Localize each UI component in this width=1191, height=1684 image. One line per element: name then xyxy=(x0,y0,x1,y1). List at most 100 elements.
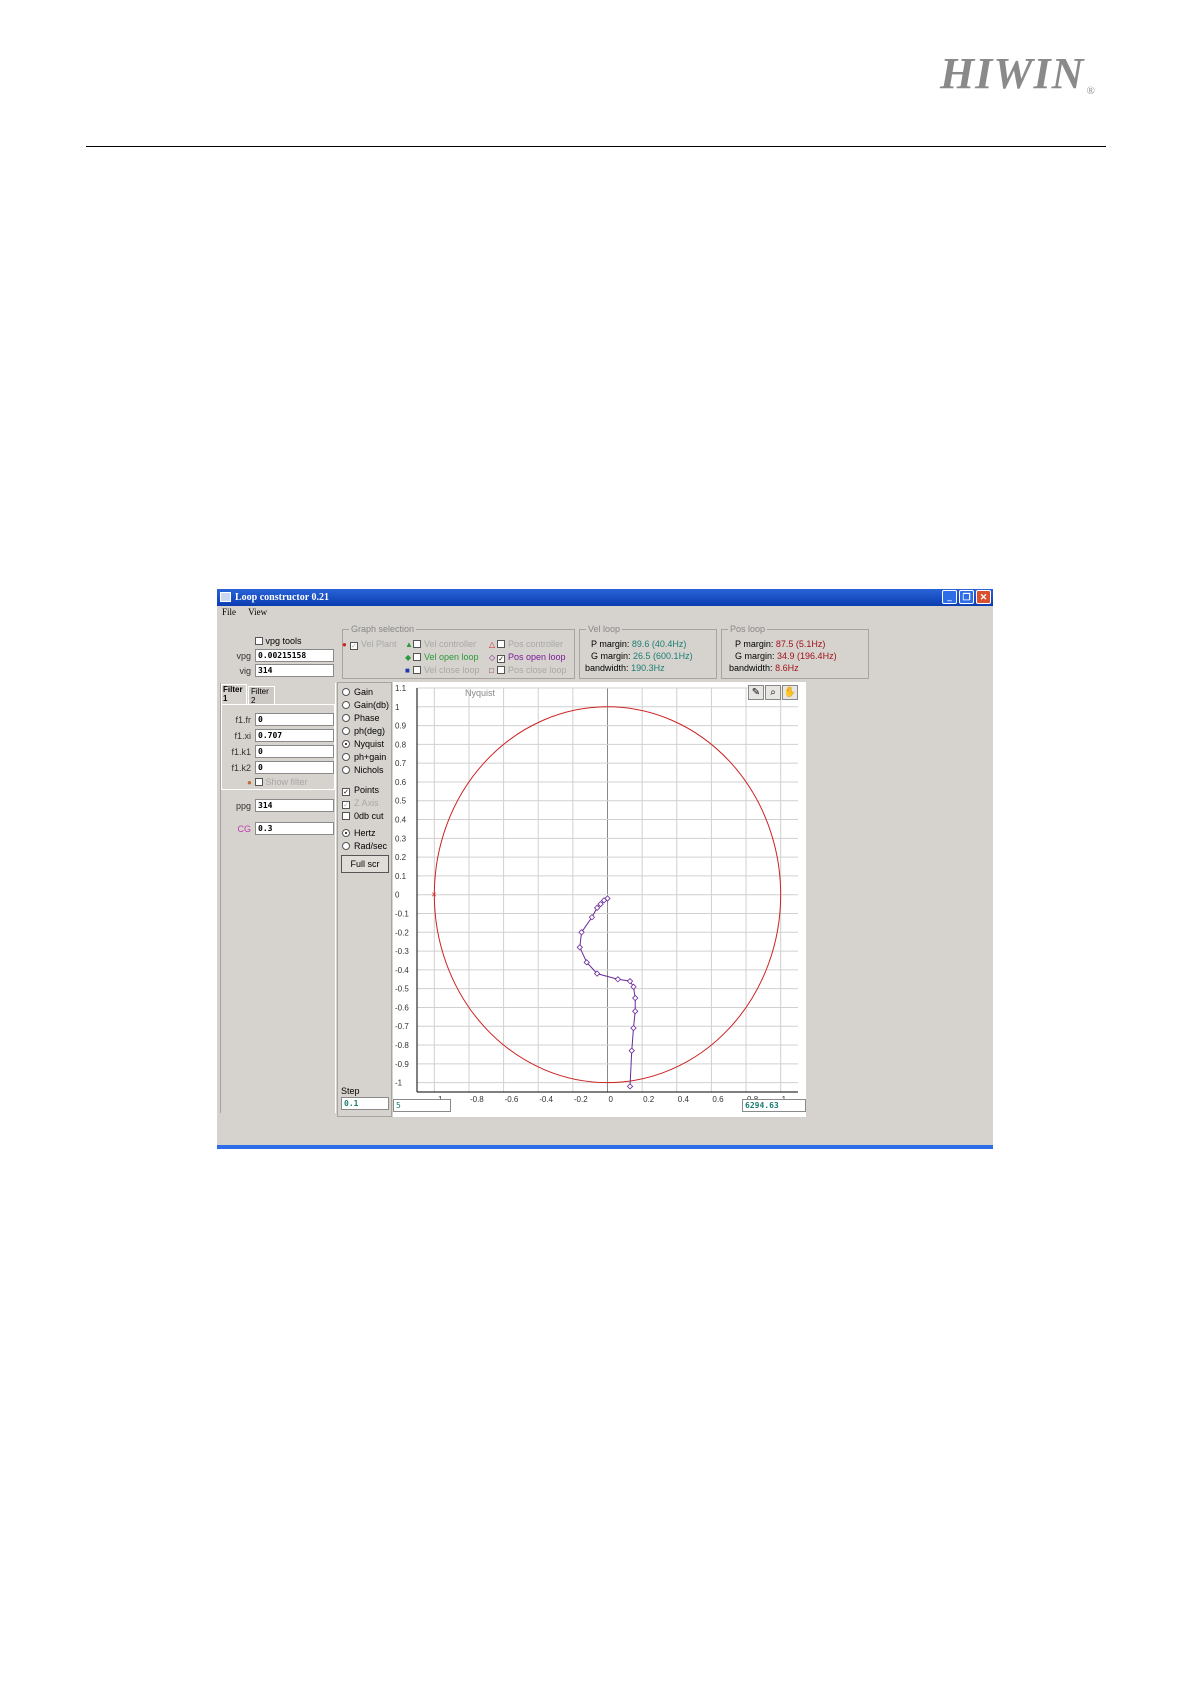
menu-view[interactable]: View xyxy=(248,607,267,617)
graph-option-4[interactable]: ◇ ✓ Pos open loop xyxy=(489,652,566,663)
window-title: Loop constructor 0.21 xyxy=(235,592,329,603)
window-controls: _ ❐ ✕ xyxy=(942,590,991,604)
hand-icon[interactable]: ✋ xyxy=(782,685,798,700)
full-screen-button[interactable]: Full scr xyxy=(341,855,389,873)
y-tick-label: 0.8 xyxy=(395,740,407,749)
vel-bandwidth: bandwidth: 190.3Hz xyxy=(585,663,665,673)
close-button[interactable]: ✕ xyxy=(976,590,991,604)
show-filter-checkbox[interactable] xyxy=(255,778,263,786)
series-marker: ▲ xyxy=(405,640,413,649)
plot-type-radio[interactable] xyxy=(342,766,350,774)
menu-file[interactable]: File xyxy=(222,607,236,617)
window-bottom-strip xyxy=(217,1145,993,1149)
graph-selection-title: Graph selection xyxy=(349,624,417,634)
x-tick-label: -0.6 xyxy=(505,1095,519,1104)
vpg-tools-checkbox[interactable] xyxy=(255,637,263,645)
vig-input[interactable]: 314 xyxy=(255,664,334,677)
vpg-label: vpg xyxy=(236,651,251,661)
show-filter-option[interactable]: ● Show filter xyxy=(247,777,308,787)
graph-option-checkbox[interactable] xyxy=(497,666,505,674)
graph-option-checkbox[interactable] xyxy=(497,640,505,648)
plot-type-option-2[interactable]: Phase xyxy=(342,713,380,723)
nyquist-plot-area[interactable]: -1-0.8-0.6-0.4-0.200.20.40.60.811.110.90… xyxy=(393,682,806,1117)
plot-type-radio[interactable] xyxy=(342,688,350,696)
plot-type-radio[interactable] xyxy=(342,753,350,761)
zaxis-label: Z Axis xyxy=(354,798,379,808)
y-tick-label: 0.6 xyxy=(395,778,407,787)
graph-option-0[interactable]: ● ✓ Vel Plant xyxy=(342,639,397,650)
f1k1-input[interactable]: 0 xyxy=(255,745,334,758)
plot-type-option-0[interactable]: Gain xyxy=(342,687,373,697)
points-label: Points xyxy=(354,785,380,795)
series-marker: ◆ xyxy=(405,653,412,662)
graph-option-label: Vel Plant xyxy=(361,639,397,649)
graph-option-5[interactable]: ■ Vel close loop xyxy=(405,665,480,675)
ppg-input[interactable]: 314 xyxy=(255,799,334,812)
y-tick-label: 0.5 xyxy=(395,797,407,806)
y-tick-label: -0.1 xyxy=(395,909,409,918)
y-tick-label: 0.3 xyxy=(395,834,407,843)
graph-option-label: Pos open loop xyxy=(508,652,566,662)
plot-type-radio[interactable] xyxy=(342,714,350,722)
hertz-radio[interactable] xyxy=(342,829,350,837)
plot-type-radio[interactable] xyxy=(342,701,350,709)
graph-option-1[interactable]: ▲ Vel controller xyxy=(405,639,476,649)
hertz-option[interactable]: Hertz xyxy=(342,828,376,838)
x-tick-label: 0.4 xyxy=(678,1095,690,1104)
pos-p-margin-label: P margin: xyxy=(735,639,774,649)
vpg-tools-option[interactable]: vpg tools xyxy=(255,636,302,646)
data-point xyxy=(614,976,622,983)
data-point xyxy=(626,1083,634,1090)
ppg-label: ppg xyxy=(235,801,251,811)
pos-loop-title: Pos loop xyxy=(728,624,768,634)
graph-option-3[interactable]: ◆ Vel open loop xyxy=(405,652,479,662)
radsec-radio[interactable] xyxy=(342,842,350,850)
plot-type-label: Gain(db) xyxy=(354,700,390,710)
plot-type-option-5[interactable]: ph+gain xyxy=(342,752,386,762)
data-point xyxy=(632,994,639,1002)
graph-option-checkbox[interactable] xyxy=(413,653,421,661)
radsec-option[interactable]: Rad/sec xyxy=(342,841,387,851)
vig-label: vig xyxy=(239,666,251,676)
minimize-button[interactable]: _ xyxy=(942,590,957,604)
points-option[interactable]: ✓ Points xyxy=(342,785,379,796)
y-tick-label: 0.7 xyxy=(395,759,407,768)
pencil-icon[interactable]: ✎ xyxy=(748,685,764,700)
step-input[interactable]: 0.1 xyxy=(341,1097,389,1110)
plot-type-option-3[interactable]: ph(deg) xyxy=(342,726,385,736)
graph-option-6[interactable]: □ Pos close loop xyxy=(489,665,567,675)
plot-type-option-6[interactable]: Nichols xyxy=(342,765,384,775)
plot-type-option-4[interactable]: Nyquist xyxy=(342,739,384,749)
plot-type-radio[interactable] xyxy=(342,740,350,748)
y-tick-label: -0.2 xyxy=(395,928,409,937)
freq-min-input[interactable]: 5 xyxy=(393,1099,451,1112)
graph-option-checkbox[interactable]: ✓ xyxy=(497,655,505,663)
graph-option-checkbox[interactable]: ✓ xyxy=(350,642,358,650)
zaxis-option[interactable]: ✓ Z Axis xyxy=(342,798,379,809)
points-checkbox[interactable]: ✓ xyxy=(342,788,350,796)
vel-loop-title: Vel loop xyxy=(586,624,623,634)
plot-type-label: ph+gain xyxy=(354,752,387,762)
maximize-button[interactable]: ❐ xyxy=(959,590,974,604)
pos-bandwidth: bandwidth: 8.6Hz xyxy=(729,663,799,673)
odb-cut-checkbox[interactable] xyxy=(342,812,350,820)
f1fr-input[interactable]: 0 xyxy=(255,713,334,726)
graph-option-checkbox[interactable] xyxy=(413,640,421,648)
plot-type-radio[interactable] xyxy=(342,727,350,735)
vpg-input[interactable]: 0.00215158 xyxy=(255,649,334,662)
cg-input[interactable]: 0.3 xyxy=(255,822,334,835)
graph-option-2[interactable]: △ Pos controller xyxy=(489,639,563,649)
f1xi-input[interactable]: 0.707 xyxy=(255,729,334,742)
titlebar[interactable]: Loop constructor 0.21 _ ❐ ✕ xyxy=(217,589,993,606)
f1k2-input[interactable]: 0 xyxy=(255,761,334,774)
plot-type-option-1[interactable]: Gain(db) xyxy=(342,700,389,710)
tab-filter-2[interactable]: Filter 2 xyxy=(248,686,275,705)
odb-cut-option[interactable]: 0db cut xyxy=(342,811,384,821)
graph-option-checkbox[interactable] xyxy=(413,666,421,674)
pos-g-margin-value: 34.9 (196.4Hz) xyxy=(777,651,837,661)
zoom-icon[interactable]: ⌕ xyxy=(765,685,781,700)
tab-filter-1[interactable]: Filter 1 xyxy=(221,684,247,704)
zaxis-checkbox[interactable]: ✓ xyxy=(342,801,350,809)
nyquist-chart[interactable]: -1-0.8-0.6-0.4-0.200.20.40.60.811.110.90… xyxy=(393,682,806,1117)
freq-max-input[interactable]: 6294.63 xyxy=(742,1099,806,1112)
